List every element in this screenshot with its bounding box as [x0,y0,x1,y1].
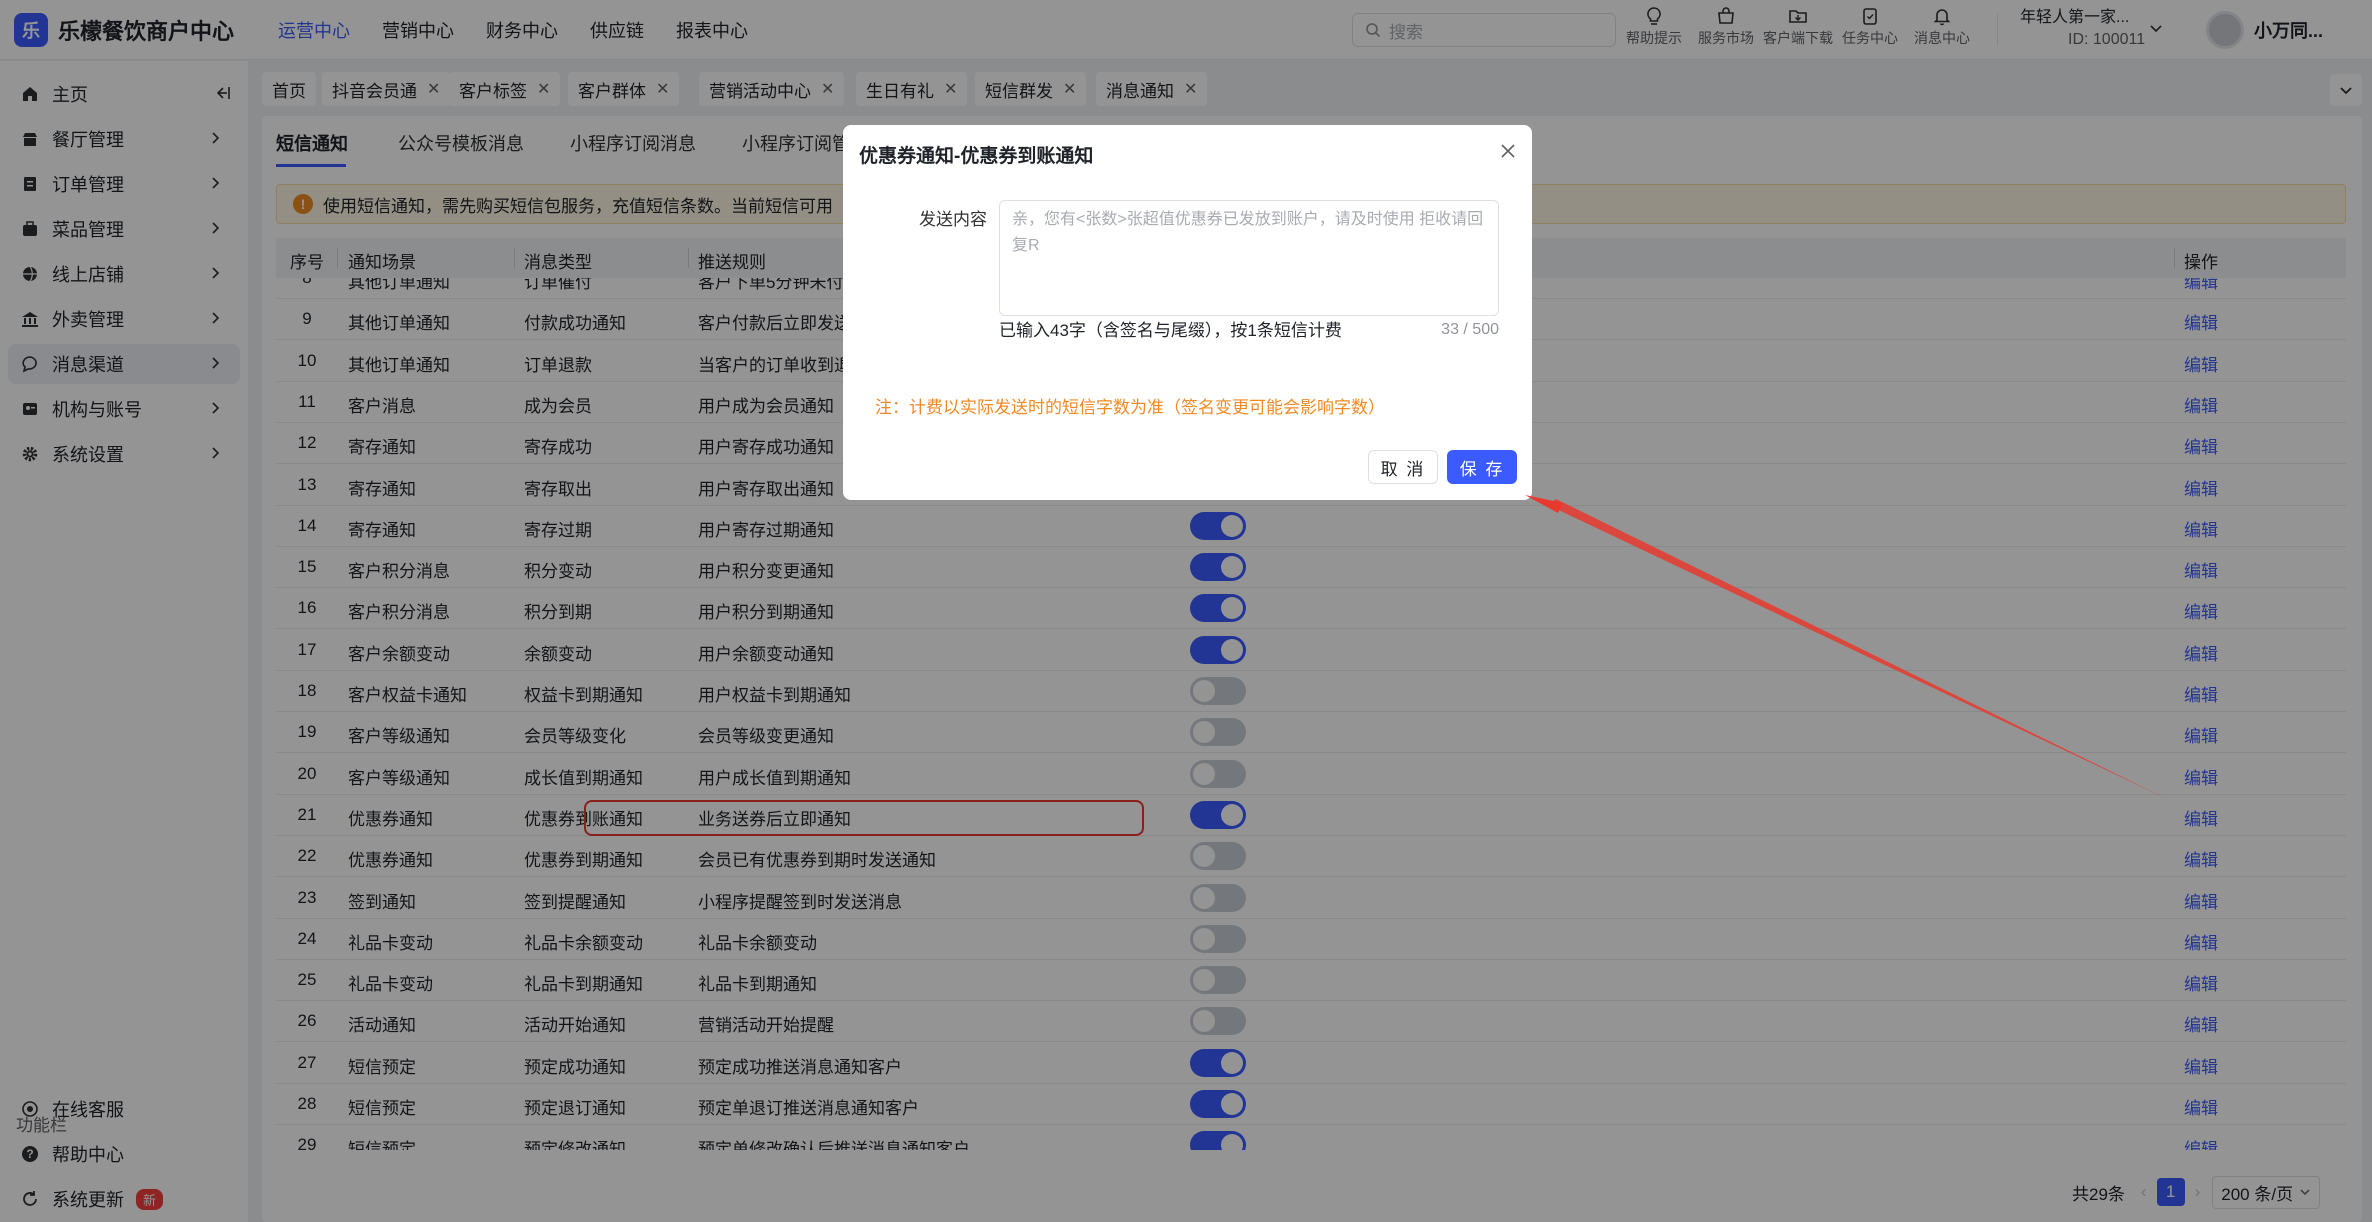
billing-note: 注：计费以实际发送时的短信字数为准（签名变更可能会影响字数） [875,398,1385,417]
char-counter: 33 / 500 [1441,321,1499,338]
save-button[interactable]: 保 存 [1447,450,1517,484]
content-textarea[interactable]: 亲，您有<张数>张超值优惠券已发放到账户，请及时使用 拒收请回复R [999,200,1499,316]
close-icon[interactable] [1500,143,1516,159]
dialog-title: 优惠券通知-优惠券到账通知 [859,146,1094,167]
edit-notice-dialog: 优惠券通知-优惠券到账通知 发送内容 亲，您有<张数>张超值优惠券已发放到账户，… [843,125,1532,500]
content-field-label: 发送内容 [919,210,987,229]
cancel-button[interactable]: 取 消 [1368,450,1438,484]
char-count-hint: 已输入43字（含签名与尾缀），按1条短信计费 [999,321,1342,340]
